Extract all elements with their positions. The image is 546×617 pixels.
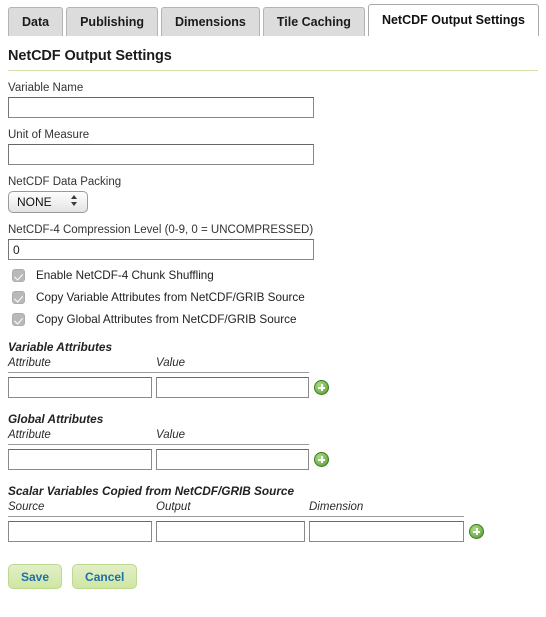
global-attribute-add-cell xyxy=(309,445,333,471)
column-header-add xyxy=(464,501,488,517)
tab-publishing[interactable]: Publishing xyxy=(66,7,158,36)
table-header-row: Attribute Value xyxy=(8,357,333,373)
global-attribute-value-input[interactable] xyxy=(156,449,309,470)
add-icon[interactable] xyxy=(469,523,484,539)
column-header-source: Source xyxy=(8,501,156,517)
column-header-dimension: Dimension xyxy=(309,501,464,517)
column-header-attribute: Attribute xyxy=(8,357,156,373)
tab-label: Data xyxy=(22,14,50,29)
checkbox-label: Copy Global Attributes from NetCDF/GRIB … xyxy=(36,313,297,326)
tab-label: Dimensions xyxy=(174,14,246,29)
data-packing-label: NetCDF Data Packing xyxy=(8,176,122,188)
checkbox-copy-global-attributes[interactable] xyxy=(12,313,25,326)
variable-name-label: Variable Name xyxy=(8,82,84,94)
column-header-value: Value xyxy=(156,429,309,445)
unit-of-measure-label: Unit of Measure xyxy=(8,129,90,141)
global-attribute-value-cell xyxy=(156,445,309,470)
column-header-add xyxy=(309,357,333,373)
form-actions: Save Cancel xyxy=(8,564,538,589)
save-button[interactable]: Save xyxy=(8,564,63,589)
variable-attributes-heading: Variable Attributes xyxy=(8,340,113,354)
scalar-output-cell xyxy=(156,517,309,542)
checkbox-label: Copy Variable Attributes from NetCDF/GRI… xyxy=(36,291,305,304)
variable-attribute-name-input[interactable] xyxy=(8,377,152,398)
add-icon[interactable] xyxy=(314,379,329,395)
scalar-dimension-input[interactable] xyxy=(309,521,464,542)
scalar-variables-heading: Scalar Variables Copied from NetCDF/GRIB… xyxy=(8,484,295,498)
tab-tile-caching[interactable]: Tile Caching xyxy=(262,7,365,36)
scalar-add-cell xyxy=(464,517,488,543)
page-title: NetCDF Output Settings xyxy=(8,48,172,64)
tab-label: Publishing xyxy=(80,14,144,29)
variable-name-input[interactable] xyxy=(8,97,314,118)
checkbox-chunk-shuffling[interactable] xyxy=(12,269,25,282)
tab-data[interactable]: Data xyxy=(8,7,64,36)
scalar-variables-table: Source Output Dimension xyxy=(8,501,488,542)
variable-attribute-value-input[interactable] xyxy=(156,377,309,398)
table-row xyxy=(8,373,333,399)
compression-level-input[interactable] xyxy=(8,239,314,260)
settings-form: NetCDF Output Settings Variable Name Uni… xyxy=(8,40,538,589)
table-header-row: Attribute Value xyxy=(8,429,333,445)
variable-attribute-add-cell xyxy=(309,373,333,399)
unit-of-measure-input[interactable] xyxy=(8,144,314,165)
data-packing-select[interactable]: NONE xyxy=(8,191,88,213)
tab-netcdf-output-settings[interactable]: NetCDF Output Settings xyxy=(367,4,539,37)
variable-attribute-name-cell xyxy=(8,373,156,398)
global-attribute-name-cell xyxy=(8,445,156,470)
table-header-row: Source Output Dimension xyxy=(8,501,488,517)
tab-bar: Data Publishing Dimensions Tile Caching … xyxy=(0,0,546,37)
netcdf-output-settings-page: Data Publishing Dimensions Tile Caching … xyxy=(0,0,546,617)
scalar-output-input[interactable] xyxy=(156,521,305,542)
cancel-button[interactable]: Cancel xyxy=(72,564,138,589)
scalar-source-cell xyxy=(8,517,156,542)
global-attribute-name-input[interactable] xyxy=(8,449,152,470)
checkbox-row-chunk-shuffling[interactable]: Enable NetCDF-4 Chunk Shuffling xyxy=(8,269,538,282)
tab-label: Tile Caching xyxy=(276,14,351,29)
column-header-add xyxy=(309,429,333,445)
global-attributes-heading: Global Attributes xyxy=(8,412,104,426)
column-header-output: Output xyxy=(156,501,309,517)
sort-arrows-icon xyxy=(71,195,79,209)
title-divider xyxy=(8,70,538,71)
column-header-value: Value xyxy=(156,357,309,373)
global-attributes-table: Attribute Value xyxy=(8,429,333,470)
table-row xyxy=(8,445,333,471)
checkbox-copy-variable-attributes[interactable] xyxy=(12,291,25,304)
checkbox-label: Enable NetCDF-4 Chunk Shuffling xyxy=(36,269,214,282)
scalar-source-input[interactable] xyxy=(8,521,152,542)
add-icon[interactable] xyxy=(314,451,329,467)
data-packing-selected-value: NONE xyxy=(17,195,52,209)
tab-label: NetCDF Output Settings xyxy=(381,13,525,28)
variable-attribute-value-cell xyxy=(156,373,309,398)
compression-level-label: NetCDF-4 Compression Level (0-9, 0 = UNC… xyxy=(8,224,314,236)
checkbox-row-copy-variable-attributes[interactable]: Copy Variable Attributes from NetCDF/GRI… xyxy=(8,291,538,304)
tab-dimensions[interactable]: Dimensions xyxy=(160,7,260,36)
variable-attributes-table: Attribute Value xyxy=(8,357,333,398)
checkbox-row-copy-global-attributes[interactable]: Copy Global Attributes from NetCDF/GRIB … xyxy=(8,313,538,326)
scalar-dimension-cell xyxy=(309,517,464,542)
table-row xyxy=(8,517,488,543)
column-header-attribute: Attribute xyxy=(8,429,156,445)
